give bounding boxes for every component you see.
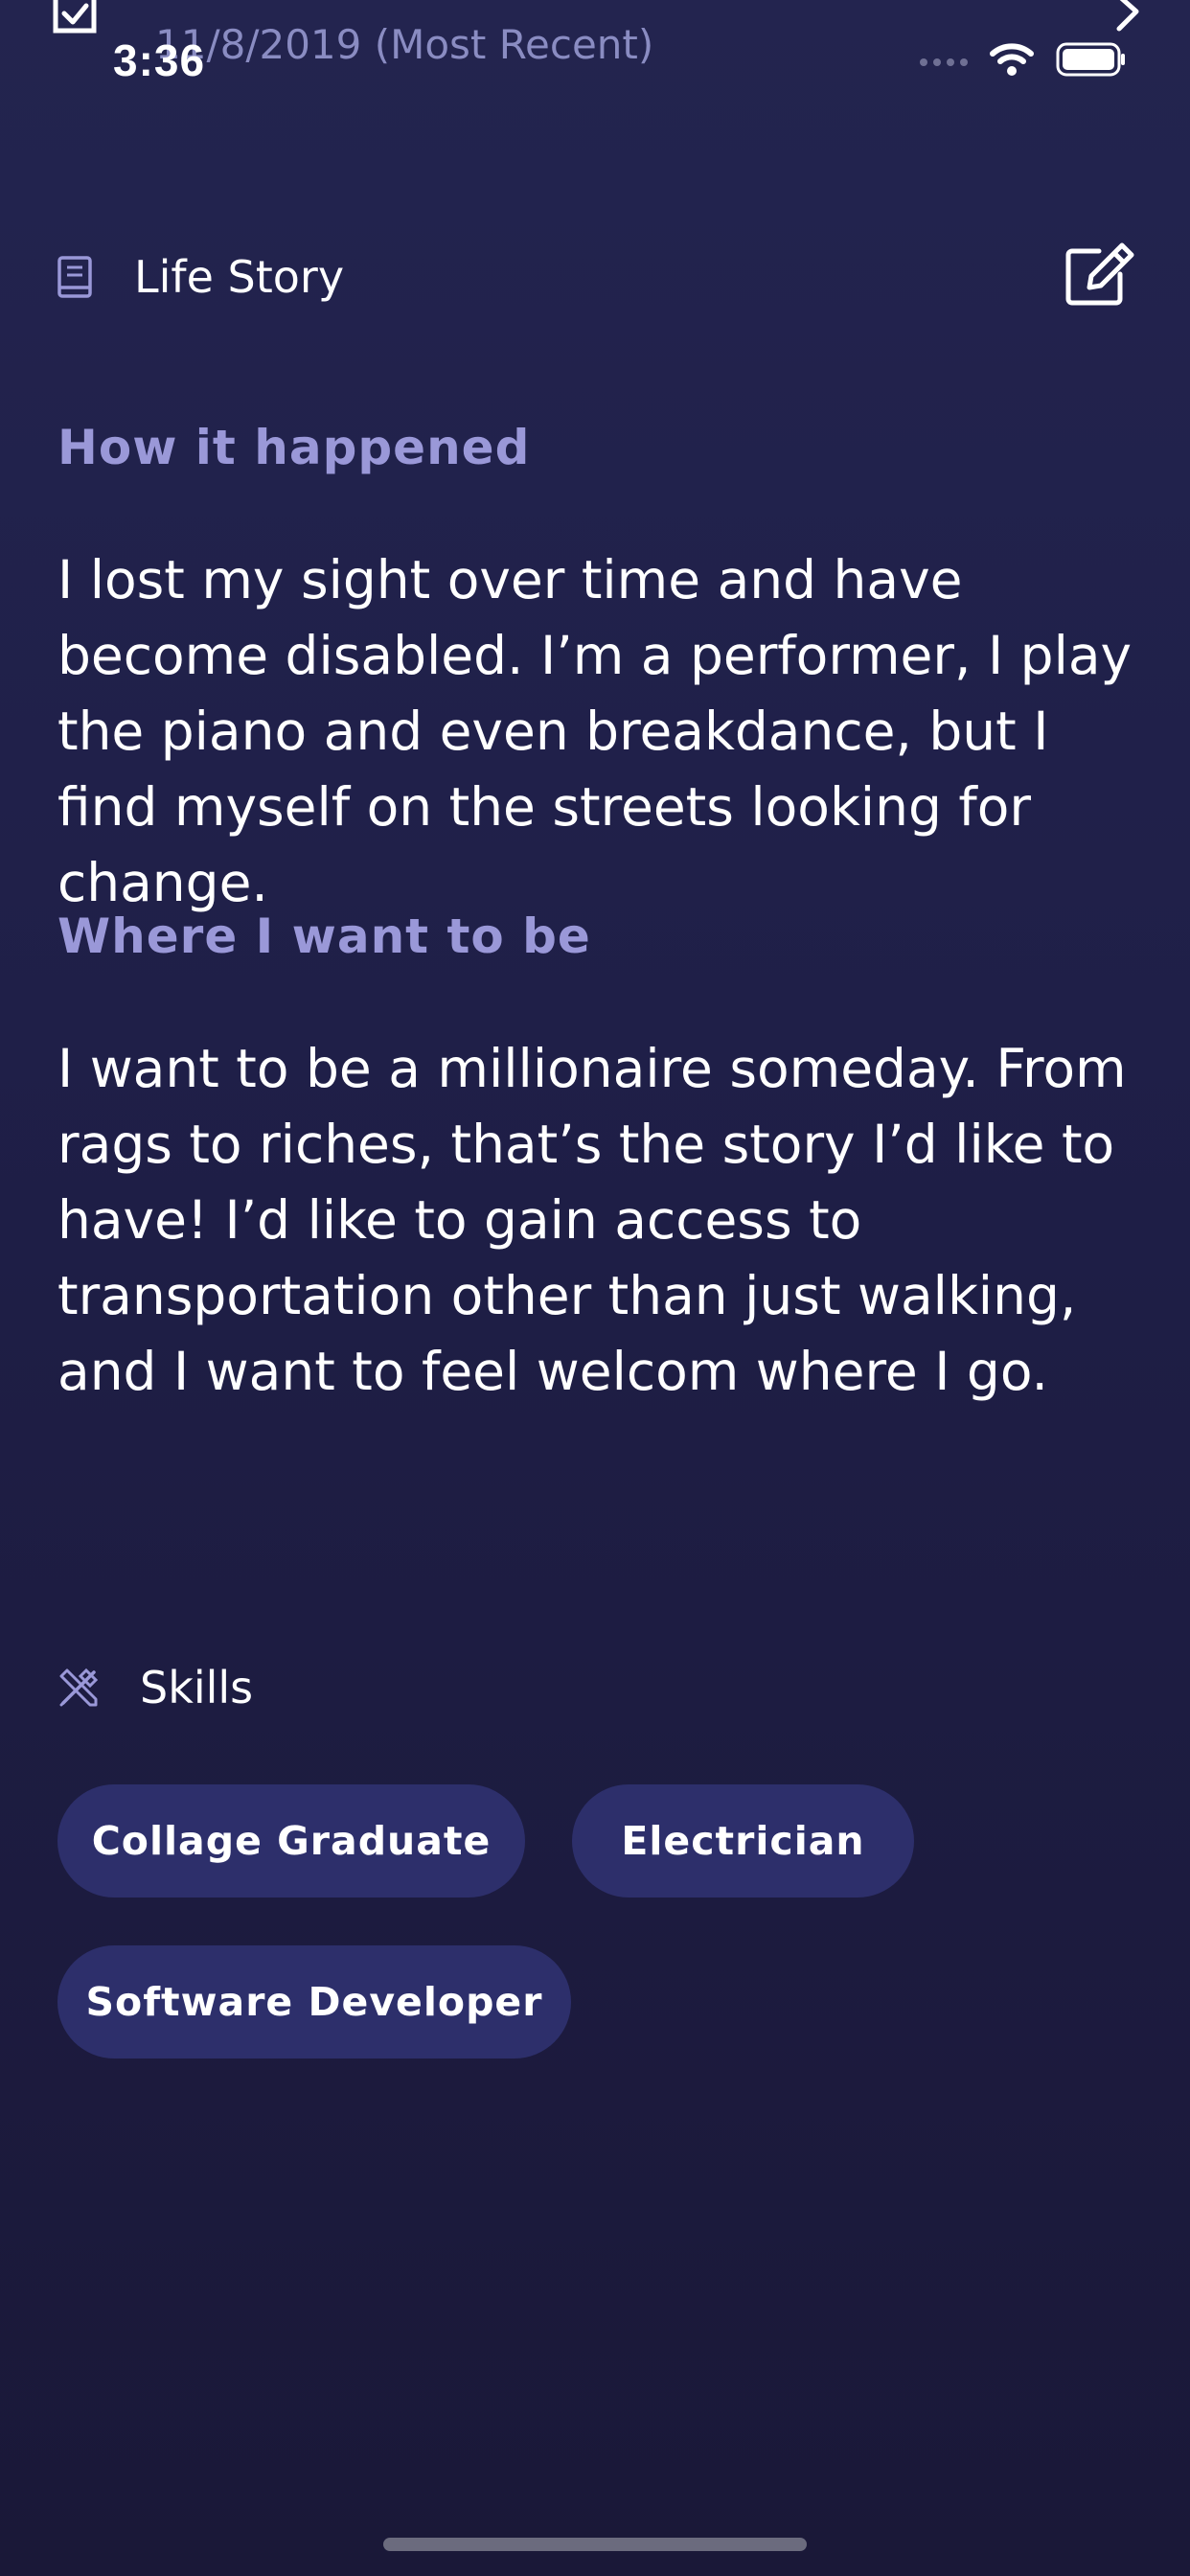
- battery-icon: [1056, 42, 1127, 81]
- skills-label: Skills: [140, 1662, 254, 1714]
- skill-chip-electrician[interactable]: Electrician: [572, 1784, 914, 1898]
- chevron-right-icon[interactable]: [1113, 0, 1142, 37]
- how-it-happened-text: I lost my sight over time and have becom…: [57, 549, 1133, 913]
- how-it-happened-heading: How it happened: [57, 420, 531, 475]
- book-icon: [57, 256, 92, 298]
- skills-header: Skills: [57, 1662, 253, 1714]
- life-story-header: Life Story: [57, 251, 344, 303]
- edit-icon[interactable]: [1064, 242, 1137, 307]
- status-time: 3:36: [113, 35, 206, 85]
- skill-chip-collage-graduate[interactable]: Collage Graduate: [57, 1784, 525, 1898]
- header-subtitle: 11/8/2019 (Most Recent): [155, 21, 654, 68]
- signal-icon: [920, 58, 968, 66]
- where-i-want-to-be-text: I want to be a millionaire someday. From…: [57, 1038, 1127, 1402]
- wifi-icon: [989, 42, 1035, 81]
- status-icons: [920, 42, 1127, 81]
- checkbox-icon: [53, 0, 97, 34]
- where-i-want-to-be-heading: Where I want to be: [57, 908, 591, 964]
- skill-chip-software-developer[interactable]: Software Developer: [57, 1945, 571, 2058]
- life-story-label: Life Story: [134, 251, 345, 303]
- skills-icon: [57, 1667, 100, 1709]
- home-indicator[interactable]: [383, 2538, 807, 2551]
